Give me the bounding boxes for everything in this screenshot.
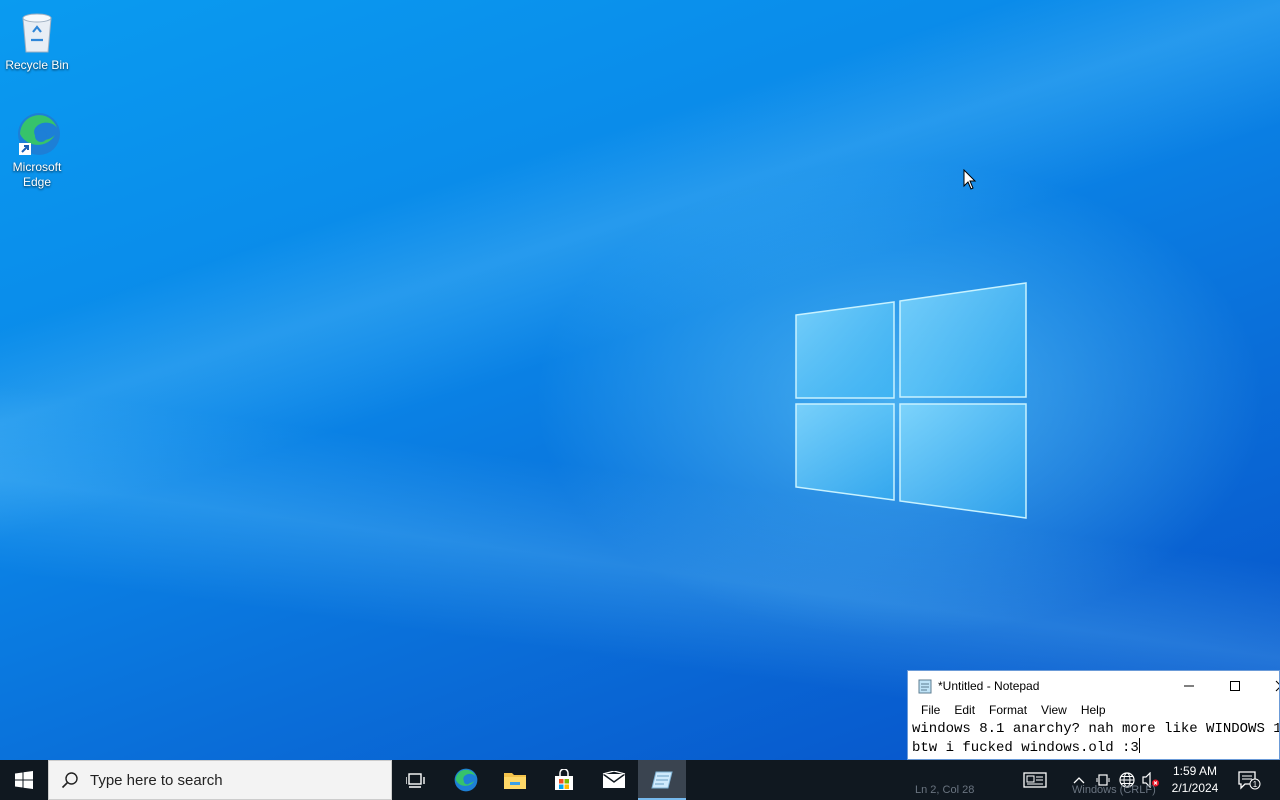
notepad-icon [651, 771, 673, 789]
taskbar-edge-button[interactable] [442, 760, 490, 800]
maximize-button[interactable] [1212, 671, 1258, 700]
menu-view[interactable]: View [1034, 703, 1074, 717]
desktop-icon-edge[interactable]: Microsoft Edge [1, 110, 73, 190]
notepad-status-position-ghost: Ln 2, Col 28 [915, 784, 975, 796]
chevron-up-icon [1073, 777, 1085, 784]
close-button[interactable] [1258, 671, 1279, 700]
notepad-titlebar[interactable]: *Untitled - Notepad [908, 671, 1279, 700]
menu-edit[interactable]: Edit [947, 703, 982, 717]
text-line-2: btw i fucked windows.old :3 [912, 740, 1139, 756]
edge-label: Microsoft Edge [12, 160, 62, 189]
windows-start-icon [15, 771, 33, 789]
news-icon [1023, 772, 1047, 788]
task-view-icon [406, 773, 425, 788]
text-line-2-wrap: btw i fucked windows.old :3 [912, 738, 1279, 757]
menu-file[interactable]: File [914, 703, 947, 717]
clock-time: 1:59 AM [1172, 764, 1218, 778]
taskbar-search-box[interactable]: Type here to search [48, 760, 392, 800]
mouse-pointer-icon [963, 169, 977, 190]
maximize-icon [1230, 680, 1240, 691]
taskbar-store-button[interactable] [540, 760, 588, 800]
taskbar-file-explorer-button[interactable] [491, 760, 539, 800]
recycle-bin-icon [13, 8, 61, 56]
notepad-title: *Untitled - Notepad [938, 678, 1040, 693]
notification-count: 1 [1253, 780, 1258, 789]
notepad-menubar: File Edit Format View Help [908, 700, 1279, 720]
mail-icon [602, 771, 626, 788]
taskbar-clock[interactable]: 1:59 AM 2/1/2024 [1165, 763, 1225, 797]
desktop[interactable]: Recycle Bin Microsoft Edge [0, 0, 1280, 760]
taskbar-notepad-button[interactable] [638, 760, 686, 800]
notification-icon: 1 [1238, 771, 1261, 790]
file-explorer-icon [504, 773, 526, 789]
clock-date: 2/1/2024 [1171, 781, 1219, 795]
action-center-button[interactable]: 1 [1234, 760, 1264, 800]
taskbar-mail-button[interactable] [590, 760, 638, 800]
text-line-1: windows 8.1 anarchy? nah more like WINDO… [912, 721, 1280, 737]
notepad-text-area[interactable]: windows 8.1 anarchy? nah more like WINDO… [912, 720, 1279, 757]
notepad-window[interactable]: *Untitled - Notepad File Edit Format Vie… [907, 670, 1280, 760]
start-button[interactable] [0, 760, 48, 800]
search-icon [61, 772, 78, 789]
notepad-icon [918, 679, 932, 693]
windows-logo-wallpaper [795, 282, 1027, 519]
menu-help[interactable]: Help [1074, 703, 1113, 717]
task-view-button[interactable] [392, 760, 440, 800]
minimize-button[interactable] [1166, 671, 1212, 700]
text-caret [1138, 738, 1140, 753]
desktop-icon-recycle-bin[interactable]: Recycle Bin [1, 8, 73, 73]
wallpaper-light-beam-lower [0, 0, 1280, 760]
wallpaper-light-beam [0, 0, 1280, 760]
recycle-bin-label: Recycle Bin [5, 58, 69, 72]
notepad-status-encoding-ghost: Windows (CRLF) [1072, 784, 1156, 796]
minimize-icon [1184, 685, 1194, 686]
search-placeholder: Type here to search [90, 771, 223, 789]
close-icon [1275, 680, 1279, 691]
menu-format[interactable]: Format [982, 703, 1034, 717]
news-widget-button[interactable] [1018, 760, 1052, 800]
edge-icon [13, 110, 61, 158]
store-icon [555, 769, 573, 790]
edge-icon [454, 768, 478, 792]
